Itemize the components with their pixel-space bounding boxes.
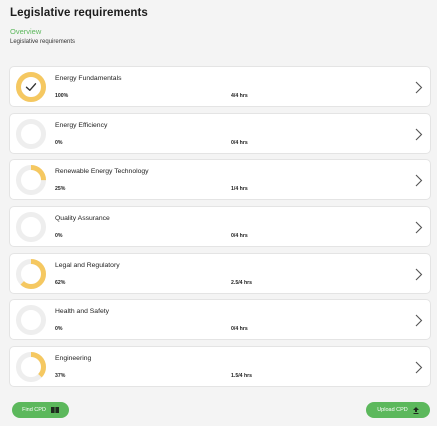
find-cpd-label: Find CPD [22,407,46,413]
overview-link[interactable]: Overview [10,27,427,36]
module-title: Energy Fundamentals [55,75,122,82]
chevron-right-icon [415,128,423,141]
module-title: Legal and Regulatory [55,261,120,269]
module-percent: 25% [55,186,66,193]
progress-ring [16,72,46,102]
progress-ring [16,212,46,243]
progress-arc [16,72,46,102]
chevron-right-icon [415,174,423,187]
page-header: Legislative requirements Overview Legisl… [10,7,427,45]
module-title: Renewable Energy Technology [55,168,149,176]
upload-cpd-label: Upload CPD [377,407,408,413]
module-card[interactable]: Legal and Regulatory 62% 2.5/4 hrs [9,252,431,294]
module-card[interactable]: Energy Fundamentals 100% 4/4 hrs [9,66,431,107]
progress-track [16,118,46,149]
progress-ring [16,305,46,336]
module-title: Health and Safety [55,308,110,316]
module-hours: 1.5/4 hrs [231,373,253,380]
module-hours: 0/4 hrs [231,326,248,333]
module-title: Engineering [55,355,92,363]
chevron-right-icon [415,315,423,327]
module-card[interactable]: Energy Efficiency 0% 0/4 hrs [9,112,431,154]
module-list: Energy Fundamentals 100% 4/4 hrs Energy Eff… [9,66,431,393]
progress-track [16,212,46,243]
progress-ring [16,352,46,383]
module-percent: 37% [55,373,66,380]
module-card[interactable]: Renewable Energy Technology 25% 1/4 hrs [9,159,431,201]
module-title: Quality Assurance [55,215,110,223]
progress-track [16,305,46,336]
module-percent: 62% [55,279,66,286]
module-title: Energy Efficiency [55,121,108,129]
module-card[interactable]: Health and Safety 0% 0/4 hrs [9,299,431,341]
upload-icon [412,406,419,414]
module-hours: 0/4 hrs [231,139,248,146]
checkmark-icon [25,83,37,91]
progress-ring [16,118,46,149]
module-card[interactable]: Engineering 37% 1.5/4 hrs [9,346,431,388]
module-card[interactable]: Quality Assurance 0% 0/4 hrs [9,206,431,248]
module-hours: 0/4 hrs [231,233,248,240]
chevron-right-icon [415,268,423,281]
module-percent: 100% [55,93,69,99]
progress-ring [16,165,46,196]
chevron-right-icon [415,81,423,94]
module-percent: 0% [55,326,63,333]
page-title: Legislative requirements [10,7,148,19]
find-cpd-button[interactable]: Find CPD [12,402,69,418]
module-percent: 0% [55,139,63,146]
progress-ring [16,258,46,289]
module-hours: 1/4 hrs [231,186,248,193]
chevron-right-icon [415,361,423,374]
upload-cpd-button[interactable]: Upload CPD [366,402,430,418]
page-subtitle: Legislative requirements [10,39,76,45]
module-hours: 2.5/4 hrs [231,279,253,286]
module-percent: 0% [55,233,63,240]
book-icon [50,407,59,413]
footer-bar: Find CPD Upload CPD [12,402,430,418]
chevron-right-icon [415,221,423,234]
module-hours: 4/4 hrs [231,93,248,99]
